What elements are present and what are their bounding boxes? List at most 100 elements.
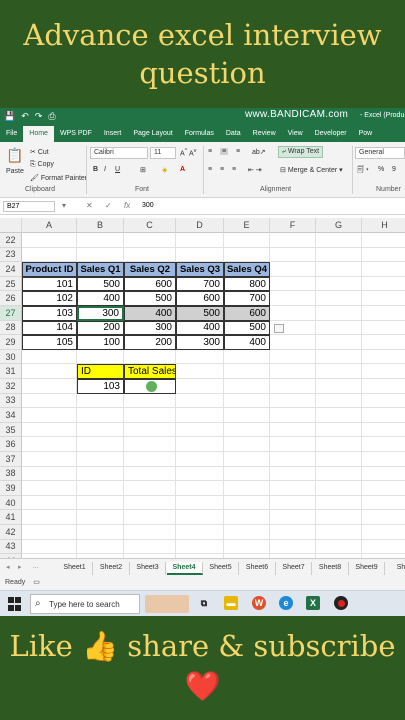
grid-cell[interactable]: [22, 495, 77, 511]
sheet-tab-sheet8[interactable]: Sheet8: [313, 562, 349, 575]
grid-cell[interactable]: [270, 233, 316, 248]
column-header-c[interactable]: C: [124, 218, 176, 233]
grid-cell[interactable]: [316, 393, 362, 409]
grid-cell[interactable]: [362, 437, 405, 452]
sheet-tab-sheet4[interactable]: Sheet4: [166, 562, 203, 575]
column-header-d[interactable]: D: [176, 218, 224, 233]
formula-input[interactable]: 300: [142, 202, 154, 209]
table-row-cell[interactable]: 500: [176, 306, 224, 321]
grid-cell[interactable]: [176, 233, 224, 248]
lookup-id-value[interactable]: 103: [77, 379, 124, 394]
grid-cell[interactable]: [316, 539, 362, 555]
table-row-cell[interactable]: 300: [176, 335, 224, 350]
row-header-35[interactable]: 35: [0, 422, 22, 438]
grid-cell[interactable]: [22, 247, 77, 263]
grid-cell[interactable]: [176, 539, 224, 555]
grid-cell[interactable]: [316, 262, 362, 277]
grid-cell[interactable]: [316, 276, 362, 292]
table-header-cell[interactable]: Sales Q1: [77, 262, 124, 277]
grid-cell[interactable]: [176, 525, 224, 540]
orientation-icon[interactable]: ab↗: [252, 148, 266, 156]
grid-cell[interactable]: [362, 452, 405, 467]
grid-cell[interactable]: [224, 437, 270, 452]
grid-cell[interactable]: [270, 408, 316, 423]
grid-cell[interactable]: [316, 481, 362, 496]
merge-center-button[interactable]: ⊟ Merge & Center ▾: [280, 166, 343, 174]
grid-cell[interactable]: [22, 466, 77, 482]
grid-cell[interactable]: [270, 276, 316, 292]
grid-cell[interactable]: [362, 350, 405, 365]
grid-cell[interactable]: [316, 320, 362, 336]
grid-cell[interactable]: [362, 423, 405, 438]
grid-cell[interactable]: [362, 467, 405, 482]
grid-cell[interactable]: [316, 335, 362, 350]
grid-cell[interactable]: [362, 510, 405, 525]
grid-cell[interactable]: [124, 233, 176, 248]
currency-icon[interactable]: 🗐 ▾: [357, 166, 369, 177]
grid-cell[interactable]: [22, 349, 77, 365]
grid-cell[interactable]: [22, 525, 77, 540]
row-header-41[interactable]: 41: [0, 510, 22, 525]
grid-cell[interactable]: [362, 321, 405, 336]
sheet-tab-sheet3[interactable]: Sheet3: [130, 562, 166, 575]
table-row-cell[interactable]: 800: [224, 276, 270, 292]
grid-cell[interactable]: [224, 495, 270, 511]
column-header-e[interactable]: E: [224, 218, 270, 233]
grid-cell[interactable]: [316, 495, 362, 511]
grid-cell[interactable]: [270, 306, 316, 321]
grid-cell[interactable]: [77, 466, 124, 482]
task-view-icon[interactable]: ⧉: [197, 596, 211, 610]
column-header-h[interactable]: H: [362, 218, 405, 233]
percent-button[interactable]: %: [378, 166, 384, 173]
row-header-38[interactable]: 38: [0, 466, 22, 482]
windows-start-icon[interactable]: [7, 597, 21, 611]
grid-cell[interactable]: [270, 422, 316, 438]
sheet-tab-sheet9[interactable]: Sheet9: [349, 562, 385, 575]
undo-icon[interactable]: ↶: [21, 111, 29, 122]
table-row-cell[interactable]: 500: [224, 320, 270, 336]
row-header-31[interactable]: 31: [0, 364, 22, 379]
font-size-select[interactable]: 11: [150, 147, 176, 159]
grid-cell[interactable]: [77, 495, 124, 511]
file-explorer-icon[interactable]: ▬: [224, 596, 238, 610]
cut-button[interactable]: ✂ Cut: [30, 148, 49, 156]
row-header-24[interactable]: 24: [0, 262, 22, 277]
row-header-26[interactable]: 26: [0, 291, 22, 306]
format-painter-button[interactable]: 🖌 Format Painter: [30, 174, 87, 182]
grid-cell[interactable]: [224, 481, 270, 496]
sheet-tab-she[interactable]: She: [386, 562, 405, 575]
grid-cell[interactable]: [124, 393, 176, 409]
table-row-cell[interactable]: 102: [22, 291, 77, 306]
scroll-sheets-left-icon[interactable]: ◂: [6, 563, 10, 571]
table-row-cell[interactable]: 400: [124, 306, 176, 321]
comma-style-icon[interactable]: 9: [392, 166, 396, 173]
grid-cell[interactable]: [362, 306, 405, 321]
grid-cell[interactable]: [224, 422, 270, 438]
tab-data[interactable]: Data: [220, 126, 247, 142]
copy-button[interactable]: ⎘ Copy: [30, 161, 54, 169]
align-top-icon[interactable]: ≡: [208, 148, 212, 155]
grid-cell[interactable]: [224, 349, 270, 365]
sheet-tab-sheet6[interactable]: Sheet6: [240, 562, 276, 575]
grid-cell[interactable]: [270, 466, 316, 482]
grid-cell[interactable]: [176, 495, 224, 511]
table-row-cell[interactable]: 104: [22, 320, 77, 336]
grid-cell[interactable]: [22, 437, 77, 452]
table-row-cell[interactable]: 400: [77, 291, 124, 306]
tab-review[interactable]: Review: [247, 126, 282, 142]
number-format-select[interactable]: General: [355, 147, 405, 159]
spreadsheet-grid[interactable]: A B C D E F G H 22 23 24 25 26 27 28 29 30 31 32 33 34 35 36 37…: [0, 218, 405, 558]
sheet-tab-sheet5[interactable]: Sheet5: [203, 562, 239, 575]
grid-cell[interactable]: [224, 525, 270, 540]
sheet-tab-sheet2[interactable]: Sheet2: [94, 562, 130, 575]
grid-cell[interactable]: [316, 466, 362, 482]
column-header-g[interactable]: G: [316, 218, 362, 233]
tab-view[interactable]: View: [282, 126, 309, 142]
table-row-cell[interactable]: 700: [176, 276, 224, 292]
grid-cell[interactable]: [270, 481, 316, 496]
wrap-text-button[interactable]: ⤶ Wrap Text: [278, 146, 324, 158]
column-header-a[interactable]: A: [22, 218, 77, 233]
enter-icon[interactable]: ✓: [105, 201, 112, 210]
grid-cell[interactable]: [176, 481, 224, 496]
grid-cell[interactable]: [176, 379, 224, 394]
